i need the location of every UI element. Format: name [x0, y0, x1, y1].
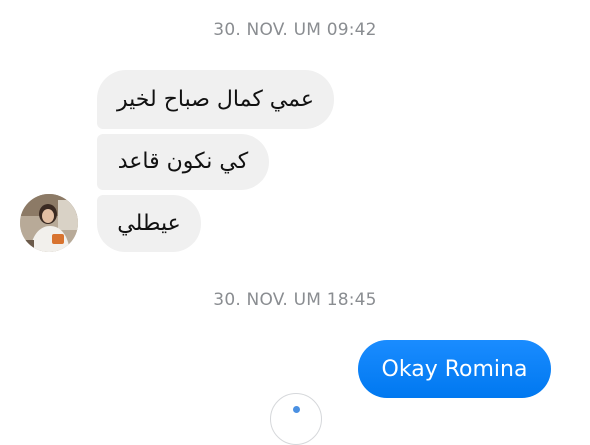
- incoming-message-3[interactable]: عيطلي: [97, 195, 201, 252]
- read-receipt-dot: [293, 406, 300, 413]
- timestamp-1: 30. NOV. UM 09:42: [213, 20, 377, 40]
- avatar-photo: [20, 194, 78, 252]
- read-receipt-icon: [270, 393, 322, 445]
- timestamp-2: 30. NOV. UM 18:45: [213, 290, 377, 310]
- incoming-message-1[interactable]: عمي كمال صباح لخير: [97, 70, 334, 129]
- incoming-message-2[interactable]: كي نكون قاعد: [97, 134, 269, 190]
- sender-avatar[interactable]: [20, 194, 78, 252]
- outgoing-message-1[interactable]: Okay Romina: [358, 340, 551, 398]
